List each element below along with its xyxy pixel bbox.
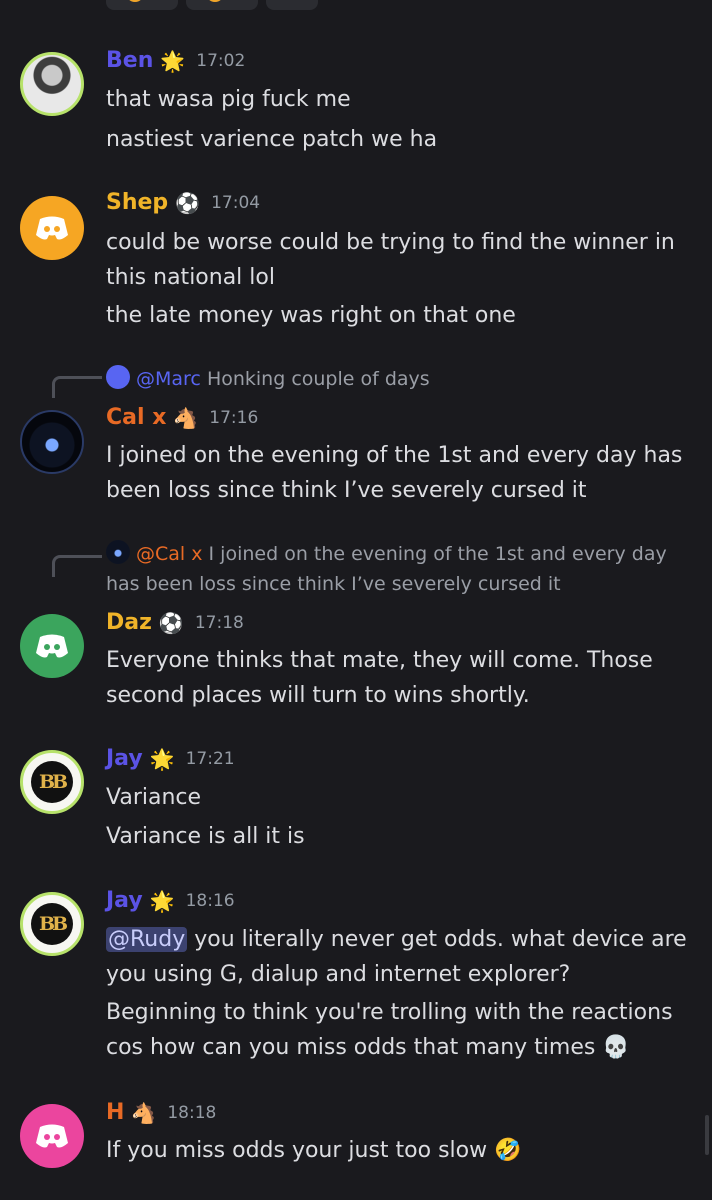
message-text: nastiest varience patch we ha (106, 127, 438, 152)
reaction-button[interactable] (106, 0, 178, 10)
horse-icon: 🐴 (131, 1100, 157, 1125)
timestamp: 17:16 (209, 407, 259, 428)
discord-logo-icon (36, 634, 68, 658)
sparkle-icon: 🌟 (149, 888, 175, 913)
timestamp: 18:16 (185, 890, 235, 911)
timestamp: 17:04 (211, 192, 261, 213)
avatar[interactable]: BB (20, 750, 84, 814)
reply-preview[interactable]: @Cal x I joined on the evening of the 1s… (106, 539, 696, 599)
message-text: @Rudy you literally never get odds. what… (106, 927, 687, 987)
timestamp: 17:02 (196, 50, 246, 71)
avatar[interactable] (20, 196, 84, 260)
timestamp: 18:18 (167, 1102, 217, 1123)
message-text: that wasa pig fuck me (106, 87, 351, 112)
message-text: the late money was right on that one (106, 303, 516, 328)
soccer-ball-icon: ⚽ (175, 190, 201, 215)
reaction-button[interactable] (266, 0, 318, 10)
horse-icon: 🐴 (173, 405, 199, 430)
username[interactable]: H (106, 1100, 124, 1125)
timestamp: 17:21 (185, 748, 235, 769)
soccer-ball-icon: ⚽ (158, 610, 184, 635)
reply-mention[interactable]: @Marc (136, 368, 201, 390)
username[interactable]: Cal x (106, 405, 166, 430)
discord-logo-icon (36, 216, 68, 240)
reaction-button[interactable] (186, 0, 258, 10)
username[interactable]: Ben (106, 48, 153, 73)
bb-logo: BB (31, 903, 73, 945)
message-text: Variance (106, 785, 202, 810)
timestamp: 17:18 (194, 612, 244, 633)
sparkle-icon: 🌟 (149, 746, 175, 771)
reply-preview[interactable]: @Marc Honking couple of days (106, 364, 696, 394)
avatar[interactable] (20, 614, 84, 678)
reply-connector (52, 376, 102, 398)
username[interactable]: Daz (106, 610, 152, 635)
reply-avatar (106, 540, 130, 564)
message-text: If you miss odds your just too slow 🤣 (106, 1138, 522, 1163)
message-text: Beginning to think you're trolling with … (106, 1000, 673, 1060)
username[interactable]: Jay (106, 746, 143, 771)
message-text: I joined on the evening of the 1st and e… (106, 443, 683, 503)
username[interactable]: Shep (106, 190, 168, 215)
sparkle-icon: 🌟 (160, 48, 186, 73)
discord-logo-icon (36, 1124, 68, 1148)
message-text: Variance is all it is (106, 824, 305, 849)
user-mention[interactable]: @Rudy (106, 927, 188, 952)
scrollbar[interactable] (705, 1115, 709, 1155)
message-text: could be worse could be trying to find t… (106, 230, 675, 290)
username[interactable]: Jay (106, 888, 143, 913)
reply-connector (52, 555, 102, 577)
bb-logo: BB (31, 761, 73, 803)
reply-avatar (106, 365, 130, 389)
avatar[interactable] (20, 410, 84, 474)
avatar[interactable] (20, 1104, 84, 1168)
message-text: Everyone thinks that mate, they will com… (106, 648, 653, 708)
avatar[interactable]: BB (20, 892, 84, 956)
reply-text: Honking couple of days (206, 368, 430, 390)
reaction-bar (106, 0, 318, 10)
reply-mention[interactable]: @Cal x (136, 543, 202, 565)
avatar[interactable] (20, 52, 84, 116)
